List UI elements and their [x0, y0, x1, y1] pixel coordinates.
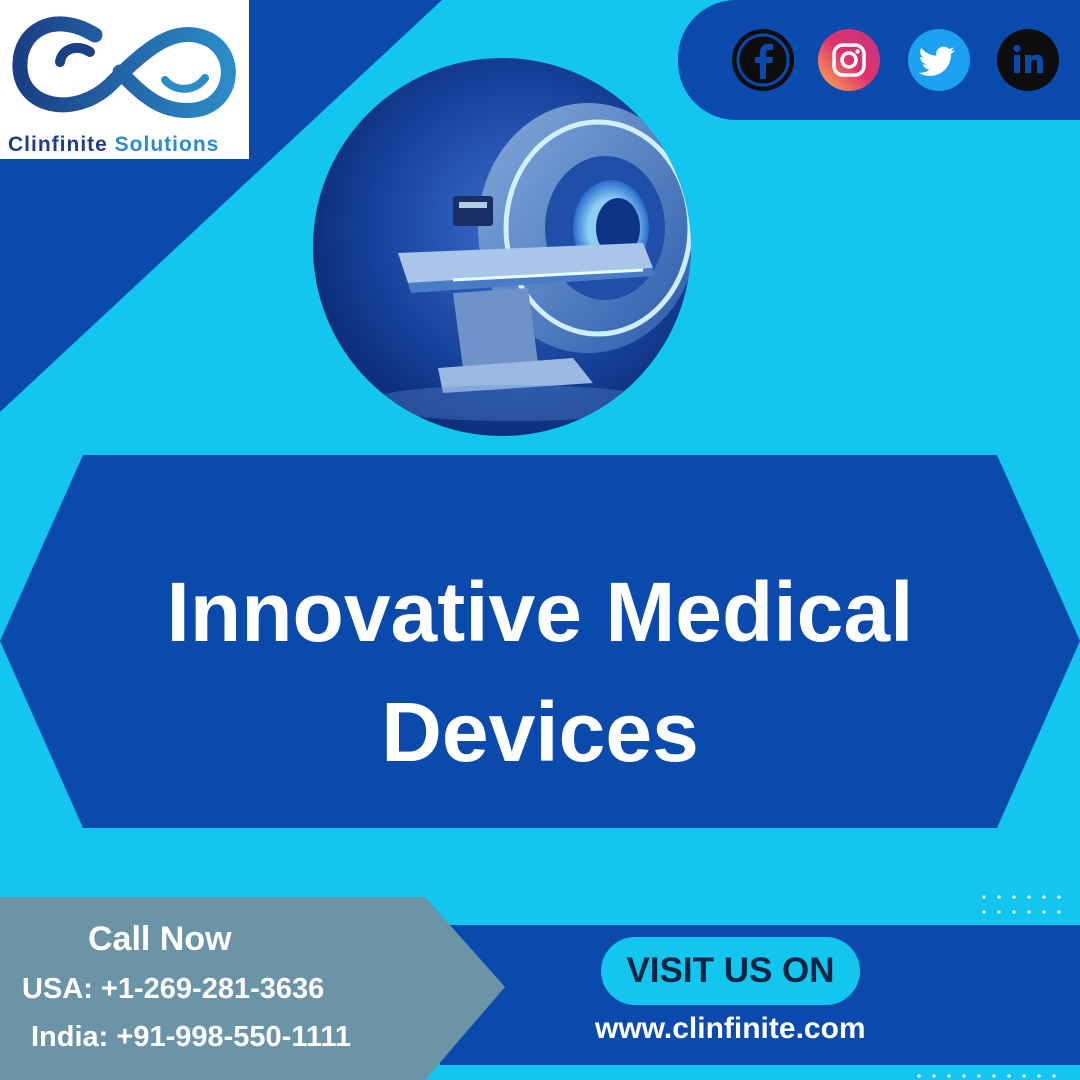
- website-link[interactable]: www.clinfinite.com: [595, 1012, 866, 1046]
- facebook-icon[interactable]: [732, 29, 794, 91]
- twitter-icon[interactable]: [908, 29, 970, 91]
- poster: Clinfinite Solutions Innovative Medical …: [0, 0, 1080, 1080]
- brand-name-part2: Solutions: [114, 133, 220, 156]
- mri-scanner-icon: [313, 58, 691, 436]
- call-now-title: Call Now: [88, 920, 232, 958]
- brand-logo: Clinfinite Solutions: [0, 0, 249, 159]
- linkedin-icon[interactable]: [997, 29, 1059, 91]
- phone-usa[interactable]: USA: +1-269-281-3636: [22, 973, 324, 1006]
- visit-us-button[interactable]: VISIT US ON: [601, 937, 860, 1005]
- brand-name-part1: Clinfinite: [8, 133, 108, 156]
- headline-line2: Devices: [381, 685, 699, 779]
- brand-name: Clinfinite Solutions: [8, 133, 219, 157]
- social-bar: [678, 0, 1080, 120]
- dot-grid-top: [982, 895, 1061, 914]
- headline-line1: Innovative Medical: [166, 565, 914, 659]
- headline: Innovative Medical Devices: [40, 552, 1040, 792]
- instagram-icon[interactable]: [818, 29, 880, 91]
- infinity-logo-icon: [12, 16, 236, 118]
- device-image: [313, 58, 691, 436]
- dot-grid-bottom: [917, 1074, 1056, 1078]
- phone-india[interactable]: India: +91-998-550-1111: [31, 1021, 351, 1054]
